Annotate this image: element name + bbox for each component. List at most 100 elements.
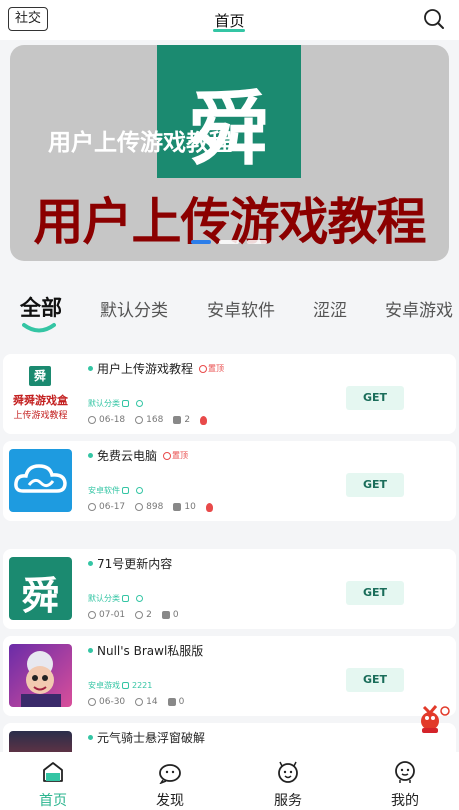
- views-icon: [135, 416, 144, 424]
- item-title: 用户上传游戏教程: [97, 362, 194, 376]
- app-icon: 舜: [9, 557, 72, 620]
- nav-home-label: 首页: [39, 793, 67, 809]
- item-likes: 2: [184, 415, 191, 425]
- nav-profile[interactable]: 我的: [360, 752, 450, 810]
- nav-home[interactable]: 首页: [8, 752, 98, 810]
- views-icon: [135, 503, 144, 511]
- title-row: 用户上传游戏教程 置顶: [88, 360, 224, 377]
- category-label: 安卓软件: [88, 486, 120, 495]
- list-item[interactable]: 免费云电脑 置顶 安卓软件 06-17 898 10 GET: [3, 441, 456, 521]
- icon-subtitle: 上传游戏教程: [13, 411, 68, 421]
- category-row: 安卓游戏 2221: [88, 680, 152, 691]
- nav-service-label: 服务: [274, 793, 302, 809]
- views-icon: [135, 611, 144, 619]
- thumbs-up-icon: [167, 698, 176, 706]
- stats-row: 06-30 14 0: [88, 697, 194, 707]
- nav-discover-label: 发现: [156, 793, 184, 809]
- item-likes: 10: [184, 502, 196, 512]
- status-dot: [88, 453, 93, 458]
- category-row: 默认分类: [88, 593, 146, 604]
- app-icon: [9, 449, 72, 512]
- get-button[interactable]: GET: [346, 473, 404, 497]
- item-views: 14: [146, 697, 158, 707]
- service-icon: [278, 761, 298, 783]
- tag-icon: [122, 487, 129, 494]
- tab-all[interactable]: 全部: [20, 292, 62, 322]
- category-label: 安卓游戏: [88, 681, 120, 690]
- banner-subtitle: 用户上传游戏教程: [48, 130, 232, 156]
- views-icon: [135, 698, 144, 706]
- list-item[interactable]: Null's Brawl私服版 安卓游戏 2221 06-30 14 0 GET: [3, 636, 456, 716]
- category-row: 默认分类: [88, 398, 146, 409]
- icon-char: 舜: [21, 574, 60, 618]
- app-icon: [9, 644, 72, 707]
- discover-icon: [159, 764, 181, 784]
- top-header: 社交 首页: [0, 0, 459, 40]
- pinned-badge: 置顶: [199, 363, 224, 374]
- nav-service[interactable]: 服务: [243, 752, 333, 810]
- stats-row: 06-18 168 2: [88, 415, 208, 425]
- thumbs-up-icon: [173, 503, 182, 511]
- status-dot: [88, 366, 93, 371]
- carousel-dot[interactable]: [219, 240, 239, 244]
- tab-default[interactable]: 默认分类: [100, 296, 168, 321]
- get-button[interactable]: GET: [346, 581, 404, 605]
- item-title: 元气骑士悬浮窗破解: [97, 731, 206, 745]
- info-icon: [136, 595, 143, 602]
- status-dot: [88, 648, 93, 653]
- game-character-icon: [21, 651, 61, 707]
- tab-sese[interactable]: 涩涩: [313, 296, 347, 321]
- search-icon[interactable]: [423, 8, 445, 30]
- cloud-icon: [14, 464, 67, 493]
- carousel-dot[interactable]: [247, 240, 267, 244]
- pin-icon: [163, 451, 172, 460]
- item-views: 2: [146, 610, 152, 620]
- item-title: 免费云电脑: [97, 449, 158, 463]
- bottom-navigation: 首页 发现 服务 我的: [0, 752, 459, 810]
- thumbs-up-icon: [161, 611, 170, 619]
- thumbs-up-icon: [173, 416, 182, 424]
- item-views: 898: [146, 502, 164, 512]
- pinned-label: 置顶: [208, 364, 225, 373]
- pin-icon: [199, 364, 208, 373]
- banner-logo: 舜: [157, 45, 301, 178]
- info-icon: [136, 487, 143, 494]
- banner-carousel[interactable]: 舜 用户上传游戏教程 用户上传游戏教程: [10, 45, 449, 261]
- carousel-dot[interactable]: [191, 240, 211, 244]
- home-icon: [43, 762, 63, 782]
- tab-android-software[interactable]: 安卓软件: [207, 296, 275, 321]
- carousel-indicator: [191, 240, 267, 244]
- title-row: Null's Brawl私服版: [88, 642, 203, 659]
- nav-discover[interactable]: 发现: [125, 752, 215, 810]
- hot-icon: [205, 502, 213, 512]
- pinned-badge: 置顶: [163, 450, 188, 461]
- tag-icon: [122, 595, 129, 602]
- nav-profile-label: 我的: [391, 793, 419, 809]
- clock-icon: [88, 503, 96, 511]
- tab-android-games[interactable]: 安卓游戏: [385, 296, 453, 321]
- get-button[interactable]: GET: [346, 668, 404, 692]
- item-likes: 0: [172, 610, 179, 620]
- floating-mascot-icon[interactable]: [416, 697, 454, 735]
- page-title: 首页: [214, 12, 245, 30]
- category-extra: 2221: [132, 681, 153, 690]
- item-views: 168: [146, 415, 164, 425]
- logo-badge: 舜: [29, 366, 51, 386]
- profile-icon: [395, 761, 415, 783]
- info-icon: [136, 400, 143, 407]
- item-date: 06-17: [99, 502, 126, 512]
- pinned-label: 置顶: [172, 451, 189, 460]
- category-label: 默认分类: [88, 399, 120, 408]
- tag-icon: [122, 682, 129, 689]
- clock-icon: [88, 698, 96, 706]
- clock-icon: [88, 611, 96, 619]
- item-title: Null's Brawl私服版: [97, 644, 204, 658]
- icon-title: 舜舜游戏盒: [13, 394, 68, 407]
- list-item[interactable]: 舜 舜舜游戏盒 上传游戏教程 用户上传游戏教程 置顶 默认分类 06-18 16…: [3, 354, 456, 434]
- app-icon: 舜 舜舜游戏盒 上传游戏教程: [9, 362, 72, 425]
- item-date: 06-30: [99, 697, 126, 707]
- get-button[interactable]: GET: [346, 386, 404, 410]
- list-item[interactable]: 舜 71号更新内容 默认分类 07-01 2 0 GET: [3, 549, 456, 629]
- item-date: 07-01: [99, 610, 126, 620]
- stats-row: 06-17 898 10: [88, 502, 213, 512]
